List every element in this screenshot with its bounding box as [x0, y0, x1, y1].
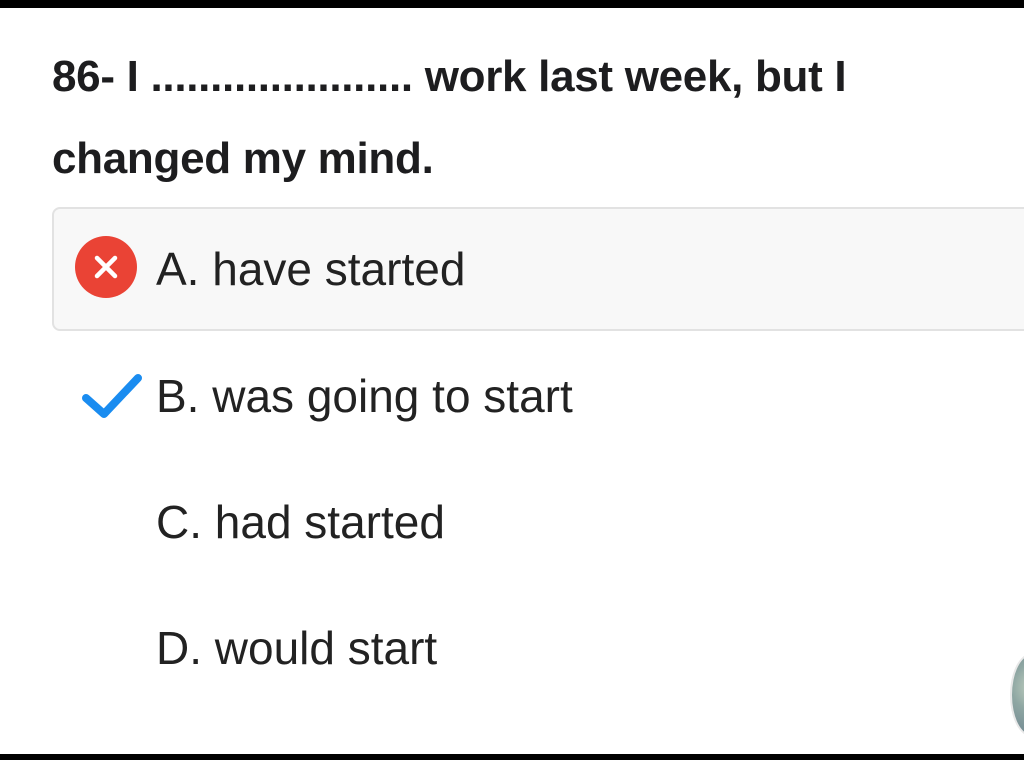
option-d-label: D. would start	[156, 622, 438, 674]
option-c-label: C. had started	[156, 496, 445, 548]
option-d[interactable]: D. would start	[52, 586, 1024, 710]
option-a[interactable]: A. have started	[52, 207, 1024, 331]
correct-check-icon	[82, 374, 142, 418]
option-c[interactable]: C. had started	[52, 460, 1024, 584]
option-b[interactable]: B. was going to start	[52, 334, 1024, 458]
option-b-label: B. was going to start	[156, 370, 573, 422]
quiz-screen: 86- I ...................... work last w…	[0, 8, 1024, 754]
wrong-x-icon	[75, 236, 137, 298]
option-a-label: A. have started	[156, 243, 466, 295]
question-text: 86- I ...................... work last w…	[52, 52, 847, 183]
